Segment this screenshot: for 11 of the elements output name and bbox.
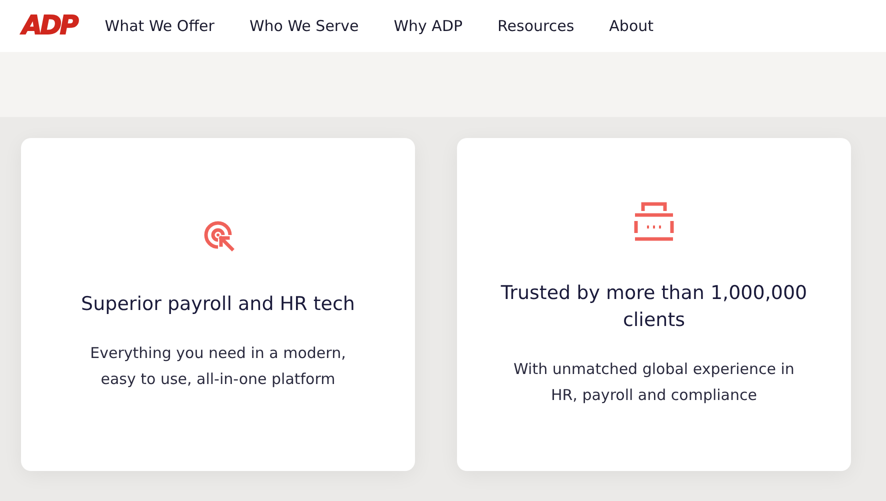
- nav-link[interactable]: Who We Serve: [249, 14, 359, 38]
- nav-link[interactable]: About: [609, 14, 654, 38]
- nav-link[interactable]: Why ADP: [394, 14, 463, 38]
- card-description: With unmatched global experience in HR, payroll and compliance: [512, 358, 796, 406]
- card-title: Superior payroll and HR tech: [80, 292, 356, 317]
- briefcase-icon: [633, 202, 675, 242]
- nav-link[interactable]: What We Offer: [104, 14, 214, 38]
- nav-link[interactable]: Resources: [498, 14, 574, 38]
- logo[interactable]: ADP: [22, 13, 77, 39]
- card-description: Everything you need in a modern, easy to use, all-in-one platform: [89, 343, 347, 390]
- card-title: Trusted by more than 1,000,000 clients: [500, 280, 808, 332]
